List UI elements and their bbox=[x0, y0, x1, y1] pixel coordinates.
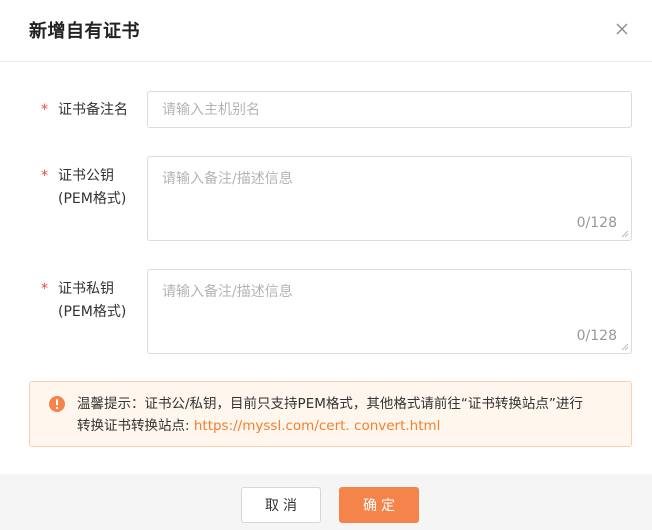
close-icon[interactable] bbox=[611, 18, 633, 40]
public-key-counter: 0/128 bbox=[576, 215, 617, 231]
dialog: 新增自有证书 * 证书备注名 * 证书公钥 (PEM格式) 0/128 * 证书… bbox=[0, 0, 652, 530]
notice-line-2-prefix: 转换证书转换站点: bbox=[77, 418, 194, 434]
dialog-footer: 取消 确定 bbox=[0, 474, 652, 530]
private-key-format-label: (PEM格式) bbox=[58, 304, 127, 320]
public-key-textarea[interactable] bbox=[148, 157, 631, 240]
public-key-format-label: (PEM格式) bbox=[58, 191, 127, 207]
private-key-counter: 0/128 bbox=[576, 328, 617, 344]
notice-line-2: 转换证书转换站点: https://myssl.com/cert. conver… bbox=[77, 415, 622, 437]
cancel-button[interactable]: 取消 bbox=[241, 487, 321, 523]
notice-text: 温馨提示：证书公/私钥，目前只支持PEM格式，其他格式请前往“证书转换站点”进行… bbox=[77, 393, 622, 437]
notice-banner: 温馨提示：证书公/私钥，目前只支持PEM格式，其他格式请前往“证书转换站点”进行… bbox=[29, 381, 632, 447]
alias-label: 证书备注名 bbox=[58, 102, 128, 118]
required-mark: * bbox=[41, 102, 48, 118]
public-key-field: 0/128 bbox=[147, 156, 632, 241]
private-key-label: 证书私钥 bbox=[58, 281, 114, 297]
resize-handle-icon[interactable] bbox=[621, 230, 629, 238]
resize-handle-icon[interactable] bbox=[621, 343, 629, 351]
required-mark: * bbox=[41, 281, 48, 297]
private-key-textarea[interactable] bbox=[148, 270, 631, 353]
convert-site-link[interactable]: https://myssl.com/cert. convert.html bbox=[194, 418, 441, 434]
private-key-field: 0/128 bbox=[147, 269, 632, 354]
info-icon bbox=[49, 396, 65, 412]
public-key-label: 证书公钥 bbox=[58, 168, 114, 184]
required-mark: * bbox=[41, 168, 48, 184]
notice-line-1: 温馨提示：证书公/私钥，目前只支持PEM格式，其他格式请前往“证书转换站点”进行 bbox=[77, 396, 583, 412]
dialog-title: 新增自有证书 bbox=[29, 21, 140, 42]
dialog-header: 新增自有证书 bbox=[0, 0, 652, 62]
confirm-button[interactable]: 确定 bbox=[339, 487, 419, 523]
alias-input[interactable] bbox=[147, 91, 632, 128]
